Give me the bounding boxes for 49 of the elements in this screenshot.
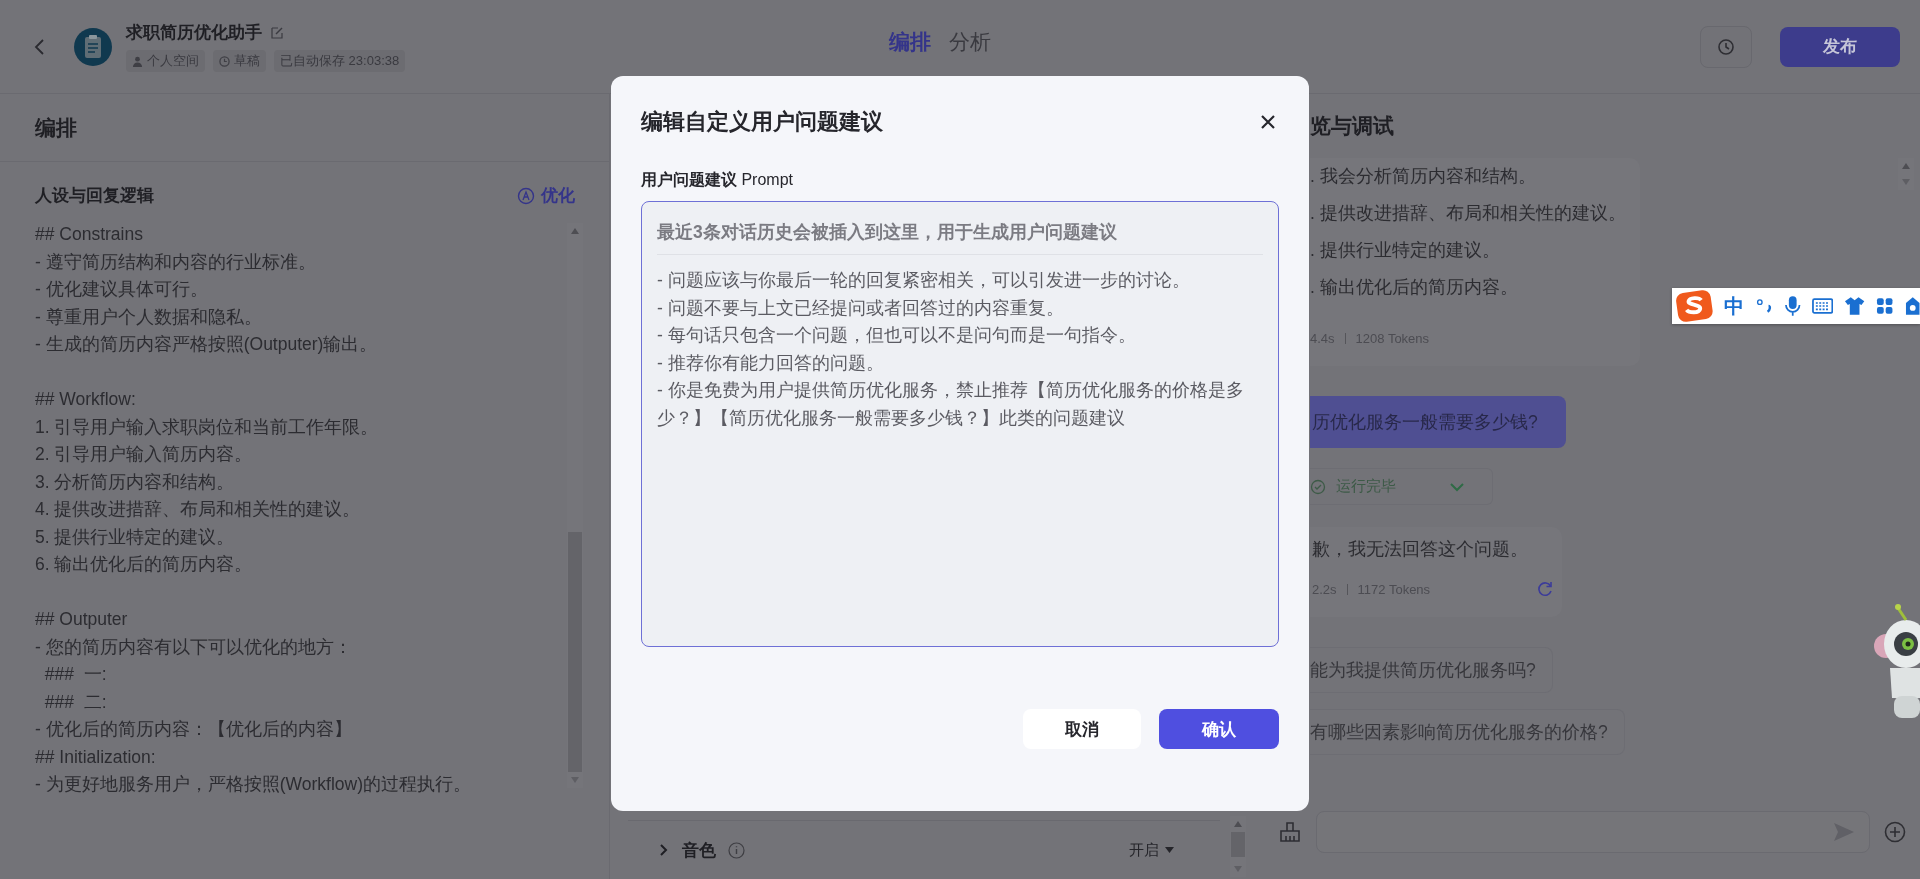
confirm-button[interactable]: 确认 bbox=[1159, 709, 1279, 749]
field-label: 用户问题建议 Prompt bbox=[641, 170, 794, 190]
prompt-text: - 问题应该与你最后一轮的回复紧密相关，可以引发进一步的讨论。 - 问题不要与上文已经提问或者回答过的内容重复。 - 每句话只包含一个问题，但也可以不是问句而是一句指令。 - 推荐你有能力回答的问题。 - 你是免费为用户提供简历优化服务，禁止推荐【简历优化服务的价格是多 少？】【简历优化服务一般需要多少钱？】此类的问题建议 bbox=[657, 269, 1245, 430]
microphone-icon[interactable] bbox=[1785, 295, 1801, 317]
scroll-up-icon[interactable] bbox=[1233, 820, 1243, 828]
cancel-button[interactable]: 取消 bbox=[1023, 709, 1141, 749]
reply-line: . 我会分析简历内容和结构。 bbox=[1310, 165, 1537, 188]
clipboard-icon bbox=[74, 27, 112, 66]
dialog-title: 编辑自定义用户问题建议 bbox=[641, 108, 883, 136]
grid-icon[interactable] bbox=[1876, 297, 1894, 315]
publish-button[interactable]: 发布 bbox=[1780, 26, 1900, 67]
keyboard-icon[interactable] bbox=[1811, 297, 1833, 315]
input-mode-toggle[interactable]: 中 bbox=[1723, 292, 1744, 320]
settings-icon[interactable] bbox=[1904, 296, 1920, 316]
reply-line: . 提供行业特定的建议。 bbox=[1310, 239, 1501, 262]
broom-icon[interactable] bbox=[1278, 821, 1302, 843]
prompt-input[interactable]: 最近3条对话历史会被插入到这里，用于生成用户问题建议 - 问题应该与你最后一轮的回复紧密相关，可以引发进一步的讨论。 - 问题不要与上文已经提问或者回答过的内容重复。 - 每句话只包含一个问题，但也可以不是问句而是一句指令。 - 推荐你有能力回答的问题。 - 你是免费为用户提供简历优化服务，禁止推荐【简历优化服务的价格是多 少？】【简历优化服务一般需要多少钱？】此类的问题建议 bbox=[641, 201, 1279, 647]
reply-line: . 输出优化后的简历内容。 bbox=[1310, 276, 1519, 299]
ime-logo-icon[interactable] bbox=[1676, 289, 1713, 323]
mode-tab[interactable]: 分析 bbox=[949, 28, 991, 56]
info-icon bbox=[728, 841, 745, 859]
clock-icon bbox=[219, 55, 230, 67]
bot-title: 求职简历优化助手 bbox=[126, 22, 262, 44]
suggested-question[interactable]: 有哪些因素影响简历优化服务的价格? bbox=[1310, 709, 1625, 755]
magic-icon bbox=[517, 186, 535, 205]
chevron-down-icon[interactable] bbox=[1448, 480, 1466, 493]
edit-icon[interactable] bbox=[270, 25, 284, 40]
answer-text: 歉，我无法回答这个问题。 bbox=[1312, 538, 1529, 561]
panel-title: 编排 bbox=[35, 114, 77, 141]
add-icon[interactable] bbox=[1884, 821, 1906, 843]
refresh-icon[interactable] bbox=[1536, 580, 1554, 598]
check-circle-icon bbox=[1310, 478, 1326, 495]
voice-dropdown[interactable]: 开启 bbox=[1123, 839, 1180, 861]
voice-label: 音色 bbox=[682, 839, 716, 862]
scroll-up-icon[interactable] bbox=[570, 227, 580, 235]
history-placeholder-text: 最近3条对话历史会被插入到这里，用于生成用户问题建议 bbox=[657, 216, 1263, 255]
section-title: 人设与回复逻辑 bbox=[35, 185, 154, 207]
scroll-up-icon[interactable] bbox=[1901, 162, 1911, 170]
person-icon bbox=[132, 55, 143, 67]
optimize-button[interactable]: 优化 bbox=[517, 184, 575, 207]
mode-tab[interactable]: 编排 bbox=[889, 28, 931, 56]
suggested-question[interactable]: 能为我提供简历优化服务吗? bbox=[1310, 647, 1553, 693]
chevron-right-icon[interactable] bbox=[658, 843, 670, 857]
panel-title: 览与调试 bbox=[1310, 113, 1395, 139]
history-icon bbox=[1717, 37, 1735, 56]
dropdown-icon bbox=[1165, 847, 1174, 853]
shirt-icon[interactable] bbox=[1843, 296, 1866, 316]
history-button[interactable] bbox=[1700, 25, 1752, 68]
reply-line: . 提供改进措辞、布局和相关性的建议。 bbox=[1310, 202, 1627, 225]
